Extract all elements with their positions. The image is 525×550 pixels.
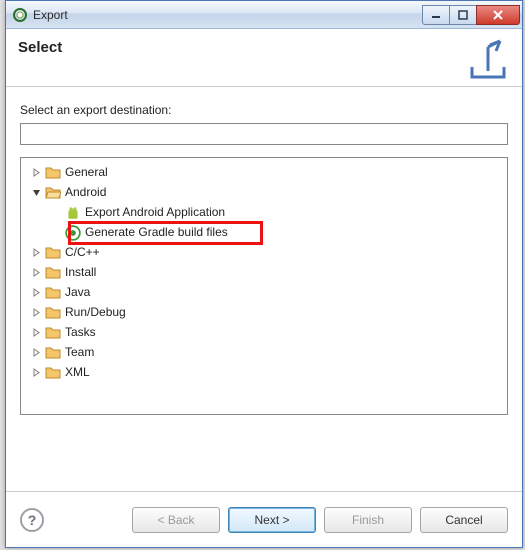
page-title: Select	[18, 39, 466, 56]
folder-icon	[45, 325, 61, 339]
export-icon	[466, 39, 510, 83]
tree-item-java[interactable]: Java	[23, 282, 505, 302]
chevron-right-icon[interactable]	[29, 245, 43, 259]
chevron-right-icon[interactable]	[29, 285, 43, 299]
tree-item-xml[interactable]: XML	[23, 362, 505, 382]
window-title: Export	[33, 8, 423, 22]
folder-icon	[45, 345, 61, 359]
titlebar[interactable]: Export	[6, 1, 522, 29]
dialog-header: Select	[6, 29, 522, 87]
tree-item-cpp[interactable]: C/C++	[23, 242, 505, 262]
minimize-button[interactable]	[422, 5, 450, 25]
destination-input[interactable]	[20, 123, 508, 145]
finish-button[interactable]: Finish	[324, 507, 412, 533]
tree-item-team[interactable]: Team	[23, 342, 505, 362]
folder-icon	[45, 305, 61, 319]
tree-item-general[interactable]: General	[23, 162, 505, 182]
chevron-right-icon[interactable]	[29, 305, 43, 319]
chevron-right-icon[interactable]	[29, 265, 43, 279]
chevron-down-icon[interactable]	[29, 185, 43, 199]
tree-item-tasks[interactable]: Tasks	[23, 322, 505, 342]
folder-icon	[45, 365, 61, 379]
folder-icon	[45, 245, 61, 259]
tree-item-android[interactable]: Android	[23, 182, 505, 202]
help-button[interactable]: ?	[20, 508, 44, 532]
maximize-button[interactable]	[449, 5, 477, 25]
android-icon	[65, 205, 81, 219]
tree-item-generate-gradle[interactable]: Generate Gradle build files	[23, 222, 505, 242]
export-tree[interactable]: General Android Export Android Applicati…	[20, 157, 508, 415]
export-dialog: Export Select Select an export destinati…	[5, 0, 523, 548]
back-button[interactable]: < Back	[132, 507, 220, 533]
tree-item-install[interactable]: Install	[23, 262, 505, 282]
folder-icon	[45, 165, 61, 179]
close-button[interactable]	[476, 5, 520, 25]
destination-label: Select an export destination:	[20, 103, 508, 117]
tree-item-export-android-app[interactable]: Export Android Application	[23, 202, 505, 222]
folder-open-icon	[45, 185, 61, 199]
app-icon	[12, 7, 28, 23]
gradle-icon	[65, 225, 81, 239]
tree-item-rundebug[interactable]: Run/Debug	[23, 302, 505, 322]
chevron-right-icon[interactable]	[29, 325, 43, 339]
dialog-footer: ? < Back Next > Finish Cancel	[6, 491, 522, 547]
folder-icon	[45, 285, 61, 299]
next-button[interactable]: Next >	[228, 507, 316, 533]
chevron-right-icon[interactable]	[29, 365, 43, 379]
folder-icon	[45, 265, 61, 279]
chevron-right-icon[interactable]	[29, 345, 43, 359]
cancel-button[interactable]: Cancel	[420, 507, 508, 533]
chevron-right-icon[interactable]	[29, 165, 43, 179]
